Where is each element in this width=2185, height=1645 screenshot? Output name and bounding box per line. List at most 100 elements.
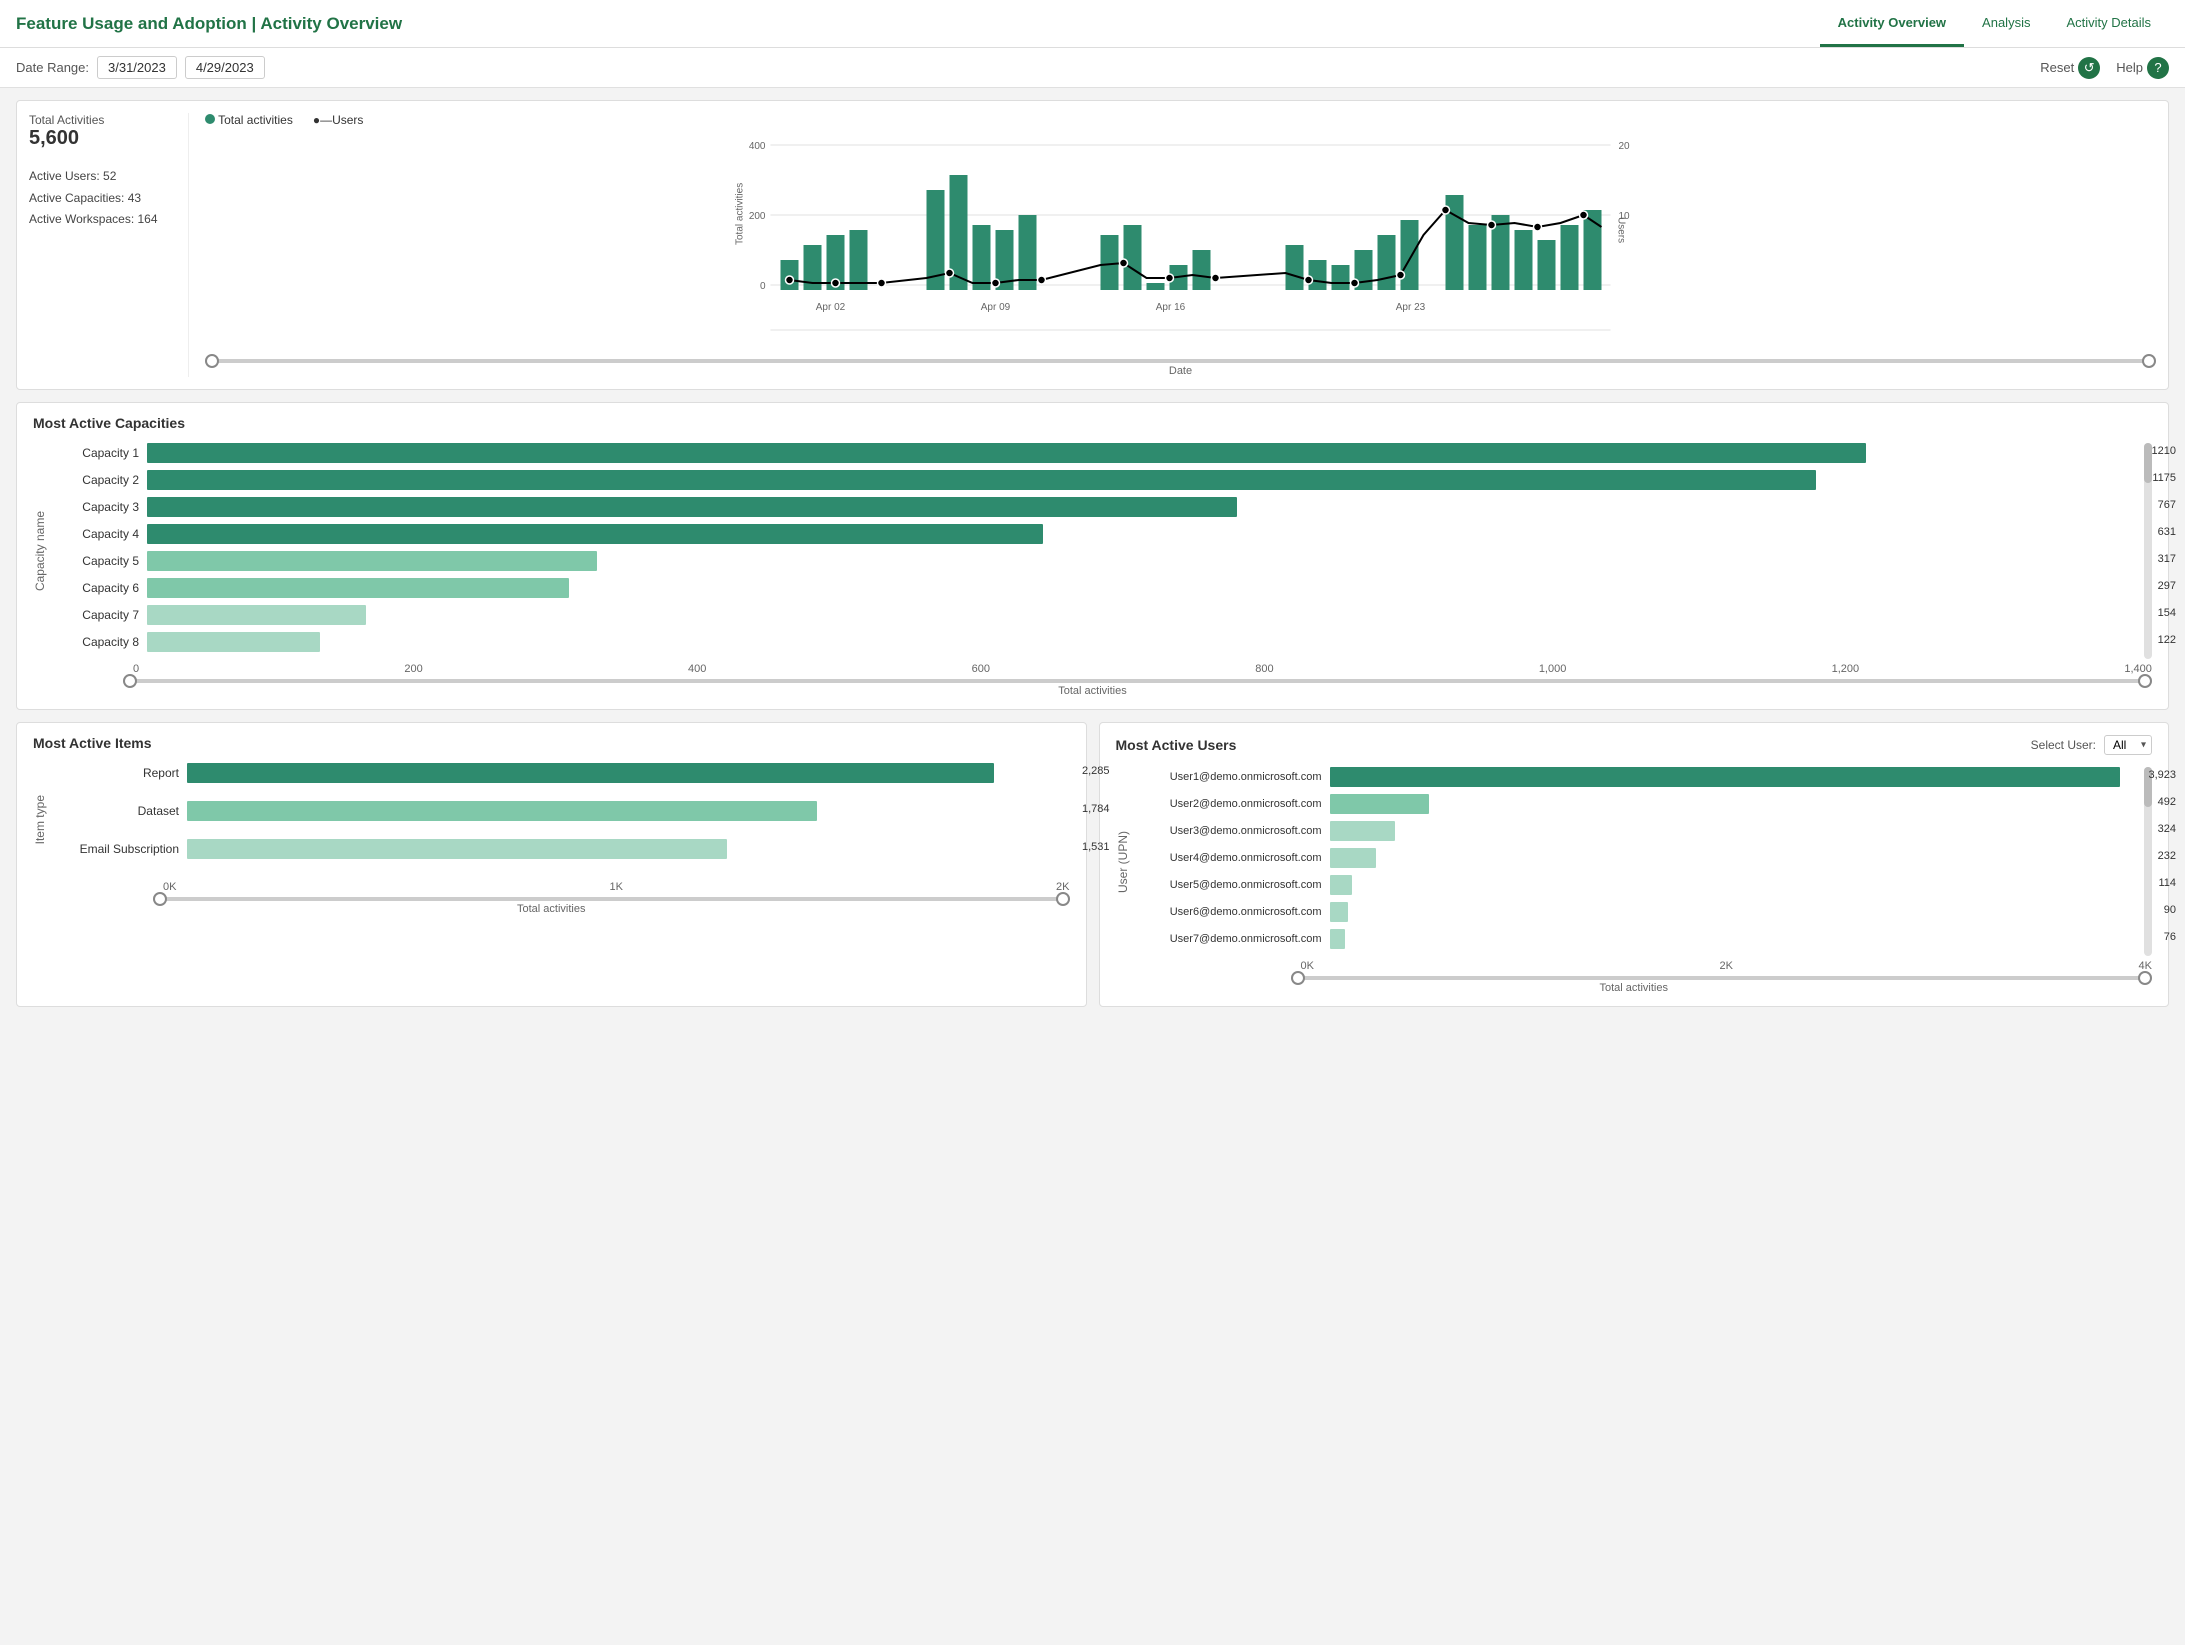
- users-bar-container: 492: [1330, 794, 2137, 814]
- users-slider-track[interactable]: [1291, 976, 2153, 980]
- users-slider-right-thumb[interactable]: [2138, 971, 2152, 985]
- capacity-hbar-chart: Capacity name Capacity 1 1210 Capacity 2…: [33, 443, 2136, 659]
- active-workspaces-stat: Active Workspaces: 164: [29, 209, 172, 231]
- line-dot: [1442, 206, 1450, 214]
- capacity-chart-with-scrollbar: Capacity name Capacity 1 1210 Capacity 2…: [33, 443, 2152, 659]
- active-workspaces-label: Active Workspaces:: [29, 212, 134, 226]
- items-bar-name: Email Subscription: [59, 842, 179, 856]
- legend-users-label: Users: [332, 113, 363, 127]
- capacity-x-tick: 1,400: [2124, 663, 2152, 675]
- active-workspaces-value: 164: [138, 212, 158, 226]
- users-x-tick: 0K: [1301, 960, 1314, 972]
- items-bar-container: 1,784: [187, 801, 1070, 821]
- capacity-slider[interactable]: [33, 679, 2152, 683]
- bar-10: [1101, 235, 1119, 290]
- items-slider-left-thumb[interactable]: [153, 892, 167, 906]
- select-user-dropdown[interactable]: All: [2104, 735, 2152, 755]
- timeline-slider-left-thumb[interactable]: [205, 354, 219, 368]
- tab-analysis[interactable]: Analysis: [1964, 1, 2048, 47]
- line-dot: [1120, 259, 1128, 267]
- capacity-x-label: Total activities: [33, 685, 2152, 697]
- bar-11: [1124, 225, 1142, 290]
- users-x-label: Total activities: [1116, 982, 2153, 994]
- items-slider-right-thumb[interactable]: [1056, 892, 1070, 906]
- help-button[interactable]: Help ?: [2116, 57, 2169, 79]
- bar-20: [1401, 220, 1419, 290]
- capacity-bar-row: Capacity 5 317: [59, 551, 2136, 571]
- users-slider[interactable]: [1116, 976, 2153, 980]
- capacity-bar-name: Capacity 6: [59, 581, 139, 595]
- bar-22: [1469, 225, 1487, 290]
- svg-text:Apr 23: Apr 23: [1396, 302, 1426, 313]
- legend-dot-activities: [205, 114, 215, 124]
- users-x-tick: 2K: [1720, 960, 1733, 972]
- users-section-title: Most Active Users: [1116, 737, 1237, 753]
- capacity-bar-row: Capacity 3 767: [59, 497, 2136, 517]
- users-bar-name: User1@demo.onmicrosoft.com: [1142, 771, 1322, 783]
- bar-15: [1286, 245, 1304, 290]
- users-bar-container: 3,923: [1330, 767, 2137, 787]
- total-activities-label: Total Activities: [29, 113, 172, 127]
- capacity-slider-right-thumb[interactable]: [2138, 674, 2152, 688]
- nav-tabs: Activity Overview Analysis Activity Deta…: [1820, 1, 2169, 47]
- bar-16: [1309, 260, 1327, 290]
- legend-users: ●—Users: [313, 113, 364, 127]
- capacity-bar: [147, 524, 1043, 544]
- users-hbar-chart: User (UPN) User1@demo.onmicrosoft.com 3,…: [1116, 767, 2137, 956]
- reset-button[interactable]: Reset ↺: [2040, 57, 2100, 79]
- users-bar-name: User5@demo.onmicrosoft.com: [1142, 879, 1322, 891]
- items-slider[interactable]: [33, 897, 1070, 901]
- capacity-slider-track[interactable]: [123, 679, 2152, 683]
- timeline-slider[interactable]: [205, 359, 2156, 363]
- active-users-stat: Active Users: 52: [29, 166, 172, 188]
- capacity-x-tick: 800: [1255, 663, 1273, 675]
- date-end-picker[interactable]: 4/29/2023: [185, 56, 265, 79]
- line-dot: [832, 279, 840, 287]
- capacity-bar-name: Capacity 8: [59, 635, 139, 649]
- capacity-bar-container: 297: [147, 578, 2136, 598]
- svg-text:400: 400: [749, 141, 766, 152]
- items-x-tick: 1K: [610, 881, 623, 893]
- users-y-label: User (UPN): [1116, 831, 1130, 893]
- users-bar-value: 232: [2158, 850, 2176, 862]
- toolbar: Date Range: 3/31/2023 4/29/2023 Reset ↺ …: [0, 48, 2185, 88]
- items-slider-track[interactable]: [153, 897, 1070, 901]
- line-dot: [1351, 279, 1359, 287]
- users-hbar-content: User1@demo.onmicrosoft.com 3,923 User2@d…: [1142, 767, 2137, 956]
- users-bar: [1330, 875, 1353, 895]
- users-bar-name: User6@demo.onmicrosoft.com: [1142, 906, 1322, 918]
- items-x-label: Total activities: [33, 903, 1070, 915]
- timeline-slider-right-thumb[interactable]: [2142, 354, 2156, 368]
- users-bar-row: User4@demo.onmicrosoft.com 232: [1142, 848, 2137, 868]
- timeline-slider-track[interactable]: [205, 359, 2156, 363]
- tab-activity-overview[interactable]: Activity Overview: [1820, 1, 1964, 47]
- users-bar-name: User7@demo.onmicrosoft.com: [1142, 933, 1322, 945]
- users-bar: [1330, 929, 1345, 949]
- users-bar-value: 90: [2164, 904, 2176, 916]
- users-bar-value: 114: [2158, 877, 2176, 889]
- chart-legend: Total activities ●—Users: [205, 113, 2156, 127]
- line-dot: [1166, 274, 1174, 282]
- select-user-dropdown-wrapper[interactable]: All ▾: [2104, 735, 2152, 755]
- capacity-slider-left-thumb[interactable]: [123, 674, 137, 688]
- total-activities-block: Total Activities 5,600: [29, 113, 172, 150]
- users-slider-left-thumb[interactable]: [1291, 971, 1305, 985]
- capacity-bar-name: Capacity 1: [59, 446, 139, 460]
- select-user-label: Select User:: [2031, 738, 2096, 752]
- capacity-bar-value: 767: [2158, 499, 2176, 511]
- items-bar: [187, 801, 817, 821]
- tab-activity-details[interactable]: Activity Details: [2048, 1, 2169, 47]
- capacity-bar-row: Capacity 8 122: [59, 632, 2136, 652]
- bar-12: [1147, 283, 1165, 290]
- capacity-scrollbar[interactable]: [2144, 443, 2152, 659]
- users-bar: [1330, 794, 1429, 814]
- capacity-hbar-content: Capacity 1 1210 Capacity 2 1175 Capacity…: [59, 443, 2136, 659]
- line-dot: [1212, 274, 1220, 282]
- date-start-picker[interactable]: 3/31/2023: [97, 56, 177, 79]
- users-scrollbar[interactable]: [2144, 767, 2152, 956]
- total-activities-value: 5,600: [29, 127, 172, 150]
- users-section: Most Active Users Select User: All ▾ Use…: [1099, 722, 2170, 1007]
- bar-7: [973, 225, 991, 290]
- items-bar-value: 1,784: [1082, 803, 1110, 815]
- users-bar-row: User2@demo.onmicrosoft.com 492: [1142, 794, 2137, 814]
